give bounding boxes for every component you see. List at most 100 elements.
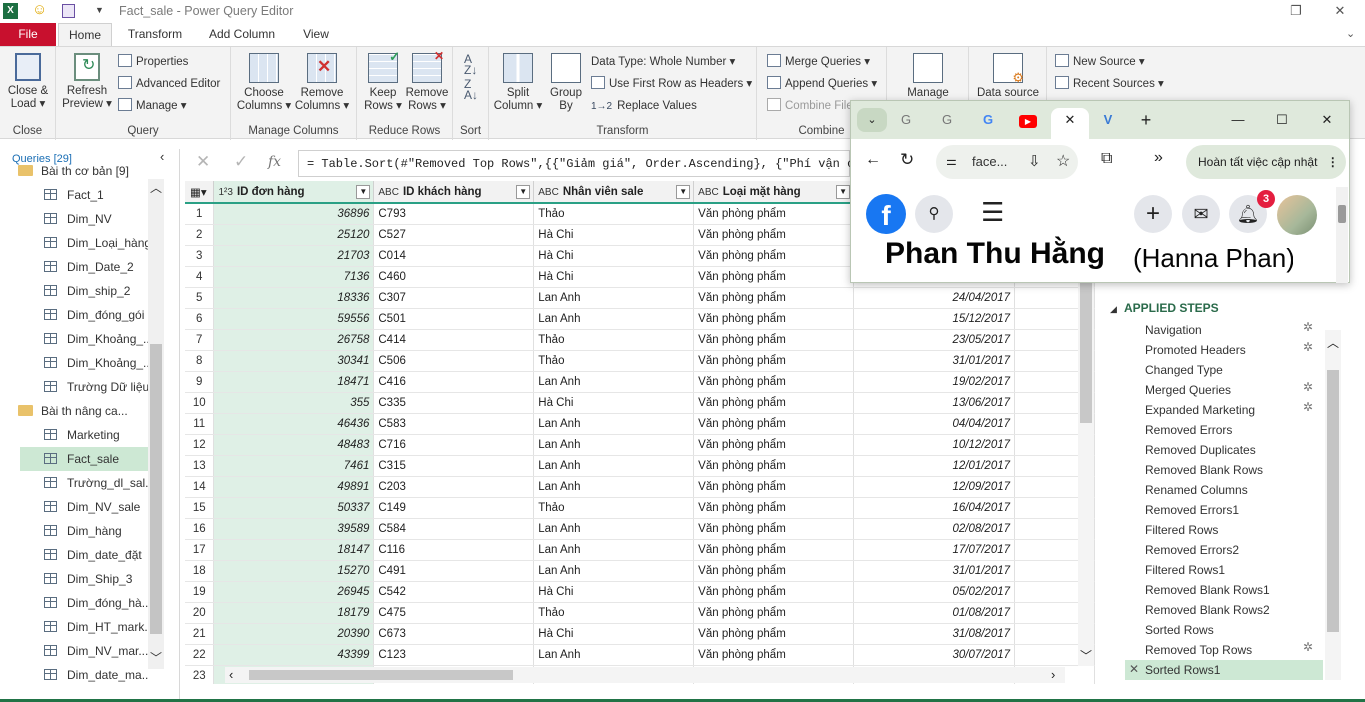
table-cell[interactable]: Hà Chi <box>533 224 695 246</box>
table-cell[interactable]: C527 <box>373 224 535 246</box>
table-cell[interactable]: 20390 <box>213 623 375 645</box>
query-item[interactable]: Dim_đóng_gói <box>20 303 148 327</box>
table-cell[interactable]: Văn phòng phẩm <box>693 455 855 477</box>
table-cell[interactable]: 26758 <box>213 329 375 351</box>
tab-facebook-active[interactable]: ✕ <box>1051 108 1089 139</box>
query-item[interactable]: Dim_Loại_hàng <box>20 231 148 255</box>
applied-step[interactable]: Renamed Columns <box>1145 480 1248 500</box>
column-header[interactable]: 1²3 ID đơn hàng ▼ <box>213 181 375 204</box>
step-settings-gear-icon[interactable]: ✲ <box>1303 320 1313 334</box>
properties-button[interactable]: Properties <box>118 53 188 71</box>
query-item[interactable]: Dim_Khoảng_... <box>20 327 148 351</box>
back-icon[interactable]: ← <box>865 151 881 169</box>
table-menu-button[interactable]: ▦▾ <box>185 181 215 204</box>
table-cell[interactable]: Hà Chi <box>533 245 695 267</box>
table-cell[interactable]: C793 <box>373 203 535 225</box>
table-cell[interactable]: C583 <box>373 413 535 435</box>
tab-transform[interactable]: Transform <box>120 23 190 46</box>
hscroll-left-icon[interactable]: ‹ <box>229 667 233 682</box>
table-cell[interactable]: Lan Anh <box>533 287 695 309</box>
query-item[interactable]: Fact_1 <box>20 183 148 207</box>
formula-text[interactable]: = Table.Sort(#"Removed Top Rows",{{"Giảm… <box>307 157 898 171</box>
table-cell[interactable]: 10/12/2017 <box>853 434 1016 456</box>
table-cell[interactable]: C414 <box>373 329 535 351</box>
table-cell[interactable]: Văn phòng phẩm <box>693 392 855 414</box>
filter-dropdown-icon[interactable]: ▼ <box>676 185 691 199</box>
table-cell[interactable]: Lan Anh <box>533 413 695 435</box>
combine-files-button[interactable]: Combine Files <box>767 97 859 115</box>
table-cell[interactable]: Thảo <box>533 350 695 372</box>
group-by-button[interactable]: Group By <box>543 53 589 113</box>
applied-step[interactable]: Sorted Rows1 <box>1145 660 1220 680</box>
tab-google-icon[interactable]: G <box>891 108 921 132</box>
table-cell[interactable]: C335 <box>373 392 535 414</box>
new-tab-icon[interactable]: + <box>1131 108 1161 132</box>
table-cell[interactable]: C460 <box>373 266 535 288</box>
close-window-button[interactable]: ✕ <box>1320 0 1360 23</box>
table-cell[interactable]: Thảo <box>533 203 695 225</box>
table-cell[interactable]: 18336 <box>213 287 375 309</box>
table-cell[interactable]: Văn phòng phẩm <box>693 644 855 666</box>
table-cell[interactable]: Văn phòng phẩm <box>693 518 855 540</box>
browser-scrollbar[interactable] <box>1336 187 1348 283</box>
table-cell[interactable]: Văn phòng phẩm <box>693 287 855 309</box>
table-cell[interactable]: 48483 <box>213 434 375 456</box>
table-cell[interactable]: 12/09/2017 <box>853 476 1016 498</box>
table-cell[interactable]: Thảo <box>533 329 695 351</box>
filter-dropdown-icon[interactable]: ▼ <box>356 185 371 199</box>
query-item[interactable]: Fact_sale <box>20 447 148 471</box>
table-cell[interactable]: C123 <box>373 644 535 666</box>
scroll-up-icon[interactable]: ︿ <box>150 179 162 196</box>
collapse-panel-icon[interactable]: ‹ <box>160 149 164 164</box>
fb-avatar[interactable] <box>1277 195 1317 235</box>
table-cell[interactable]: Lan Anh <box>533 476 695 498</box>
table-cell[interactable]: C116 <box>373 539 535 561</box>
step-settings-gear-icon[interactable]: ✲ <box>1303 640 1313 654</box>
grid-scroll-down-icon[interactable]: ﹀ <box>1080 647 1092 664</box>
confirm-formula-icon[interactable]: ✓ <box>234 152 248 172</box>
column-type-icon[interactable]: ABC <box>698 187 719 198</box>
table-cell[interactable]: 12/01/2017 <box>853 455 1016 477</box>
facebook-logo[interactable]: f <box>866 194 906 234</box>
cancel-formula-icon[interactable]: ✕ <box>196 152 210 172</box>
tab-file[interactable]: File <box>0 23 56 46</box>
table-cell[interactable]: 31/08/2017 <box>853 623 1016 645</box>
browser-scroll-thumb[interactable] <box>1338 205 1346 223</box>
table-cell[interactable]: 04/04/2017 <box>853 413 1016 435</box>
merge-queries-button[interactable]: Merge Queries ▾ <box>767 53 870 71</box>
query-item[interactable]: Dim_Khoảng_... <box>20 351 148 375</box>
table-cell[interactable]: 18471 <box>213 371 375 393</box>
table-cell[interactable]: C014 <box>373 245 535 267</box>
choose-columns-button[interactable]: Choose Columns ▾ <box>235 53 293 113</box>
menu-dots-icon[interactable]: ⋮ <box>1327 155 1339 169</box>
close-load-button[interactable]: Close & Load ▾ <box>4 53 52 111</box>
install-icon[interactable]: ⇩ <box>1028 152 1041 170</box>
table-cell[interactable]: C501 <box>373 308 535 330</box>
table-cell[interactable]: 18179 <box>213 602 375 624</box>
table-cell[interactable]: 15270 <box>213 560 375 582</box>
applied-step[interactable]: Expanded Marketing <box>1145 400 1255 420</box>
tab-view[interactable]: View <box>295 23 337 46</box>
table-cell[interactable]: C673 <box>373 623 535 645</box>
sort-descending-icon[interactable]: Z A↓ <box>464 78 478 101</box>
browser-minimize-icon[interactable]: — <box>1223 108 1253 132</box>
table-cell[interactable]: 36896 <box>213 203 375 225</box>
remove-rows-button[interactable]: ✕ Remove Rows ▾ <box>405 50 449 113</box>
query-item[interactable]: Dim_date_đặt <box>20 543 148 567</box>
table-cell[interactable]: 355 <box>213 392 375 414</box>
query-item[interactable]: Trường_dl_sal... <box>20 471 148 495</box>
replace-values-button[interactable]: 1→2 Replace Values <box>591 97 697 115</box>
query-item[interactable]: Dim_NV_mar... <box>20 639 148 663</box>
table-cell[interactable]: 7461 <box>213 455 375 477</box>
table-cell[interactable]: 15/12/2017 <box>853 308 1016 330</box>
query-item[interactable]: Dim_NV <box>20 207 148 231</box>
query-item[interactable]: Dim_Ship_3 <box>20 567 148 591</box>
table-cell[interactable]: C416 <box>373 371 535 393</box>
update-button[interactable]: Hoàn tất việc cập nhật ⋮ <box>1186 145 1346 179</box>
step-settings-gear-icon[interactable]: ✲ <box>1303 340 1313 354</box>
table-cell[interactable]: Lan Anh <box>533 434 695 456</box>
applied-step[interactable]: Removed Top Rows <box>1145 640 1252 660</box>
advanced-editor-button[interactable]: Advanced Editor <box>118 75 220 93</box>
new-source-button[interactable]: New Source ▾ <box>1055 53 1145 71</box>
hscroll-right-icon[interactable]: › <box>1051 667 1055 682</box>
